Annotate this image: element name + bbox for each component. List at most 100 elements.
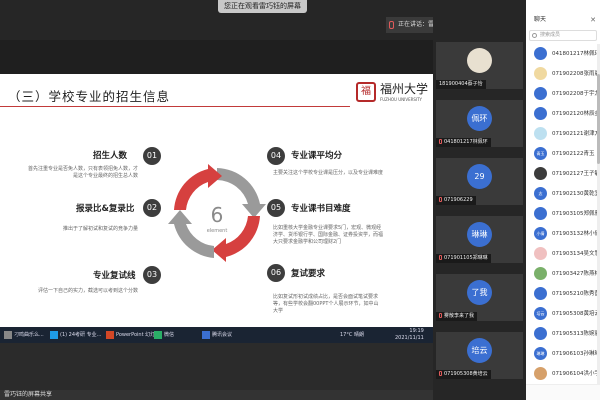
member-avatar xyxy=(534,367,547,380)
member-row[interactable]: 琳琳 071906103孙琳琳 xyxy=(526,344,600,364)
screen-share-footer: 雷巧钰的屏幕共享 xyxy=(0,390,433,400)
item-number-6: 06 xyxy=(267,264,285,282)
logo-seal-icon: 福 xyxy=(356,82,376,102)
tencent-meeting-icon xyxy=(202,331,210,339)
center-word: element xyxy=(207,228,228,234)
windows-taskbar: 刁鸣曲乐么... (1) 24考研 专业... PowerPoint 幻灯...… xyxy=(0,327,433,343)
member-avatar xyxy=(534,287,547,300)
shared-slide: （三）学校专业的招生信息 福 福州大学 FUZHOU UNIVERSITY 招生… xyxy=(0,74,433,327)
member-search-input[interactable]: 搜索成员 xyxy=(529,30,597,41)
weather-readout: 17°C 晴朗 xyxy=(340,332,364,338)
member-avatar xyxy=(534,327,547,340)
tile-label: 071901105郑琳琳 xyxy=(436,254,491,263)
member-name: 071902122青玉 xyxy=(552,151,595,157)
member-avatar xyxy=(534,67,547,80)
slide-title: （三）学校专业的招生信息 xyxy=(8,89,171,104)
member-avatar xyxy=(534,87,547,100)
avatar: 培云 xyxy=(467,338,492,363)
university-logo: 福 福州大学 FUZHOU UNIVERSITY xyxy=(356,80,428,110)
item-title-5: 专业课书目难度 xyxy=(291,204,351,214)
close-icon[interactable]: ✕ xyxy=(590,14,596,26)
video-tile-4[interactable]: 琳琳 071901105郑琳琳 xyxy=(436,216,523,263)
member-row[interactable]: 071905313陈婉丽 xyxy=(526,324,600,344)
member-name: 071902120林辰金 xyxy=(552,111,600,117)
member-avatar xyxy=(534,107,547,120)
member-name: 071902127王子敏 xyxy=(552,171,600,177)
member-name: 071902121谢津方 xyxy=(552,131,600,137)
tile-label: 181900404蔡子怡 xyxy=(436,80,486,89)
item-number-4: 04 xyxy=(267,147,285,165)
taskbar-item-2[interactable]: (1) 24考研 专业... xyxy=(48,329,101,341)
chat-title: 聊天 xyxy=(534,16,547,23)
share-banner xyxy=(0,0,433,40)
clock-date: 2021/11/11 xyxy=(395,335,424,341)
taskbar-item-1[interactable]: 刁鸣曲乐么... xyxy=(2,329,44,341)
member-row[interactable]: 041801217林佩环 xyxy=(526,44,600,64)
avatar: 佩环 xyxy=(467,106,492,131)
qq-icon xyxy=(50,331,58,339)
member-row[interactable]: 071902121谢津方 xyxy=(526,124,600,144)
member-avatar: 志 xyxy=(534,187,547,200)
item-title-6: 复试要求 xyxy=(291,269,326,279)
item-desc-6: 比如复试形初试成绩占比，是否会面试笔试要求等，有些学校会翻00PPT个人展示环节… xyxy=(273,294,379,314)
item-desc-4: 主要关注这个学校专业课是压分，以及专业课难度 xyxy=(273,170,384,176)
app-icon xyxy=(4,331,12,339)
item-title-3: 专业复试线 xyxy=(93,271,136,281)
member-row[interactable]: 培云 071905308黄培云 xyxy=(526,304,600,324)
member-row[interactable]: 071902127王子敏 xyxy=(526,164,600,184)
member-avatar xyxy=(534,47,547,60)
member-name: 041801217林佩环 xyxy=(552,51,600,57)
taskbar-item-4[interactable]: 微信 xyxy=(152,329,174,341)
video-tile-5[interactable]: 了我 雾散李来了我 xyxy=(436,274,523,321)
member-avatar: 培云 xyxy=(534,307,547,320)
screen-share-label: 雷巧钰的屏幕共享 xyxy=(4,391,53,398)
avatar: 琳琳 xyxy=(467,222,492,247)
video-tile-6[interactable]: 培云 071905308黄培云 xyxy=(436,332,523,379)
member-avatar: 小倩 xyxy=(534,227,547,240)
powerpoint-icon xyxy=(106,331,114,339)
member-avatar xyxy=(534,267,547,280)
muted-mic-icon xyxy=(439,313,442,318)
avatar: 了我 xyxy=(467,280,492,305)
member-avatar: 琳琳 xyxy=(534,347,547,360)
member-row[interactable]: 071903105郑佩雅 xyxy=(526,204,600,224)
avatar xyxy=(467,48,492,73)
member-avatar xyxy=(534,127,547,140)
member-row[interactable]: 071902120林辰金 xyxy=(526,104,600,124)
item-number-1: 01 xyxy=(143,147,161,165)
title-underline xyxy=(0,106,350,107)
center-number: 6 xyxy=(211,203,224,227)
member-row[interactable]: 小倩 071903132林小倩 xyxy=(526,224,600,244)
member-row[interactable]: 青玉 071902122青玉 xyxy=(526,144,600,164)
item-number-3: 03 xyxy=(143,266,161,284)
member-row[interactable]: 071902208于宇龙 xyxy=(526,84,600,104)
member-avatar xyxy=(534,167,547,180)
video-tile-2[interactable]: 佩环 041801217林佩环 xyxy=(436,100,523,147)
taskbar-item-5[interactable]: 腾讯会议 xyxy=(200,329,232,341)
item-desc-5: 比如重核大学金融专业课要求5门，宏观、微观经济学、货币银行学、国际金融、证券投资… xyxy=(273,225,384,245)
video-tile-1[interactable]: 181900404蔡子怡 xyxy=(436,42,523,89)
member-row[interactable]: 071903134吴文慧 xyxy=(526,244,600,264)
member-row[interactable]: 071906104洪小宇 xyxy=(526,364,600,384)
member-row[interactable]: 071905210陈秀茵 xyxy=(526,284,600,304)
member-row[interactable]: 071903427陈燕梅 xyxy=(526,264,600,284)
item-desc-1: 首先注重专业是否免人数，只有表领招免人数，才是这个专业最终的招生总人数 xyxy=(28,166,139,179)
taskbar-clock: 19:19 2021/11/11 xyxy=(395,328,424,342)
member-name: 071906103孙琳琳 xyxy=(552,351,600,357)
item-title-1: 招生人数 xyxy=(93,151,128,161)
member-row[interactable]: 071902208张雨晨 xyxy=(526,64,600,84)
member-name: 071903134吴文慧 xyxy=(552,251,600,257)
member-row[interactable]: 志 071902130黄乾宜 xyxy=(526,184,600,204)
cycle-arrows-graphic: 6 element xyxy=(168,164,266,262)
chat-panel: 聊天 ✕ 搜索成员 041801217林佩环 071902208张雨晨 071902… xyxy=(526,0,600,400)
video-tile-3[interactable]: 29 071906229 xyxy=(436,158,523,205)
member-avatar: 青玉 xyxy=(534,147,547,160)
muted-mic-icon xyxy=(439,255,442,260)
tile-label: 071906229 xyxy=(436,196,476,205)
chat-header: 聊天 ✕ xyxy=(526,14,600,26)
logo-subtitle: FUZHOU UNIVERSITY xyxy=(380,97,423,102)
avatar: 29 xyxy=(467,164,492,189)
item-desc-3: 评估一下自己的实力，截选可以考到这个分数 xyxy=(37,288,138,294)
chat-footer xyxy=(526,384,600,400)
member-name: 071905308黄培云 xyxy=(552,311,600,317)
